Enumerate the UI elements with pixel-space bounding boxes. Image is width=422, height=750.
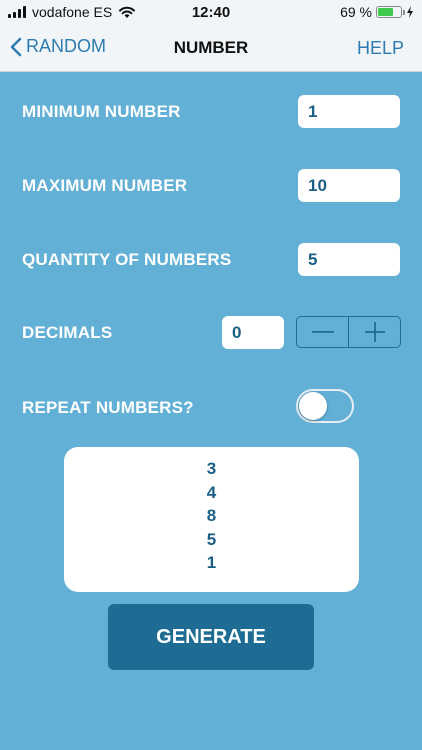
toggle-knob [299,392,327,420]
decrement-button[interactable] [297,317,348,347]
result-number: 8 [206,506,217,525]
plus-icon [364,322,385,342]
status-bar: vodafone ES 12:40 69 % [0,0,422,24]
minus-icon [311,331,334,333]
charging-bolt-icon [407,6,413,18]
result-number: 1 [206,553,217,572]
result-number: 5 [206,529,217,549]
result-number: 3 [206,459,217,478]
increment-button[interactable] [348,317,400,347]
quantity-label: QUANTITY OF NUMBERS [22,250,232,269]
result-number: 4 [206,482,217,502]
decimals-stepper[interactable] [296,316,401,348]
results-box: 3 4 8 5 1 [64,447,359,592]
battery-percent: 69 % [340,4,372,20]
maximum-number-input[interactable] [298,169,400,202]
navigation-bar: RANDOM NUMBER HELP [0,24,422,72]
decimals-input[interactable] [222,316,284,349]
maximum-number-label: MAXIMUM NUMBER [22,176,188,195]
repeat-numbers-toggle[interactable] [296,389,354,423]
battery-fill [378,8,394,16]
quantity-input[interactable] [298,243,400,276]
battery-icon [376,6,405,18]
minimum-number-label: MINIMUM NUMBER [22,102,181,121]
repeat-numbers-label: REPEAT NUMBERS? [22,398,194,417]
status-right: 69 % [340,4,414,20]
header: vodafone ES 12:40 69 % RANDOM NUMBER HEL… [0,0,422,72]
minimum-number-input[interactable] [298,95,400,128]
decimals-label: DECIMALS [22,323,113,342]
generate-button[interactable]: GENERATE [108,604,314,670]
help-button[interactable]: HELP [357,38,404,59]
